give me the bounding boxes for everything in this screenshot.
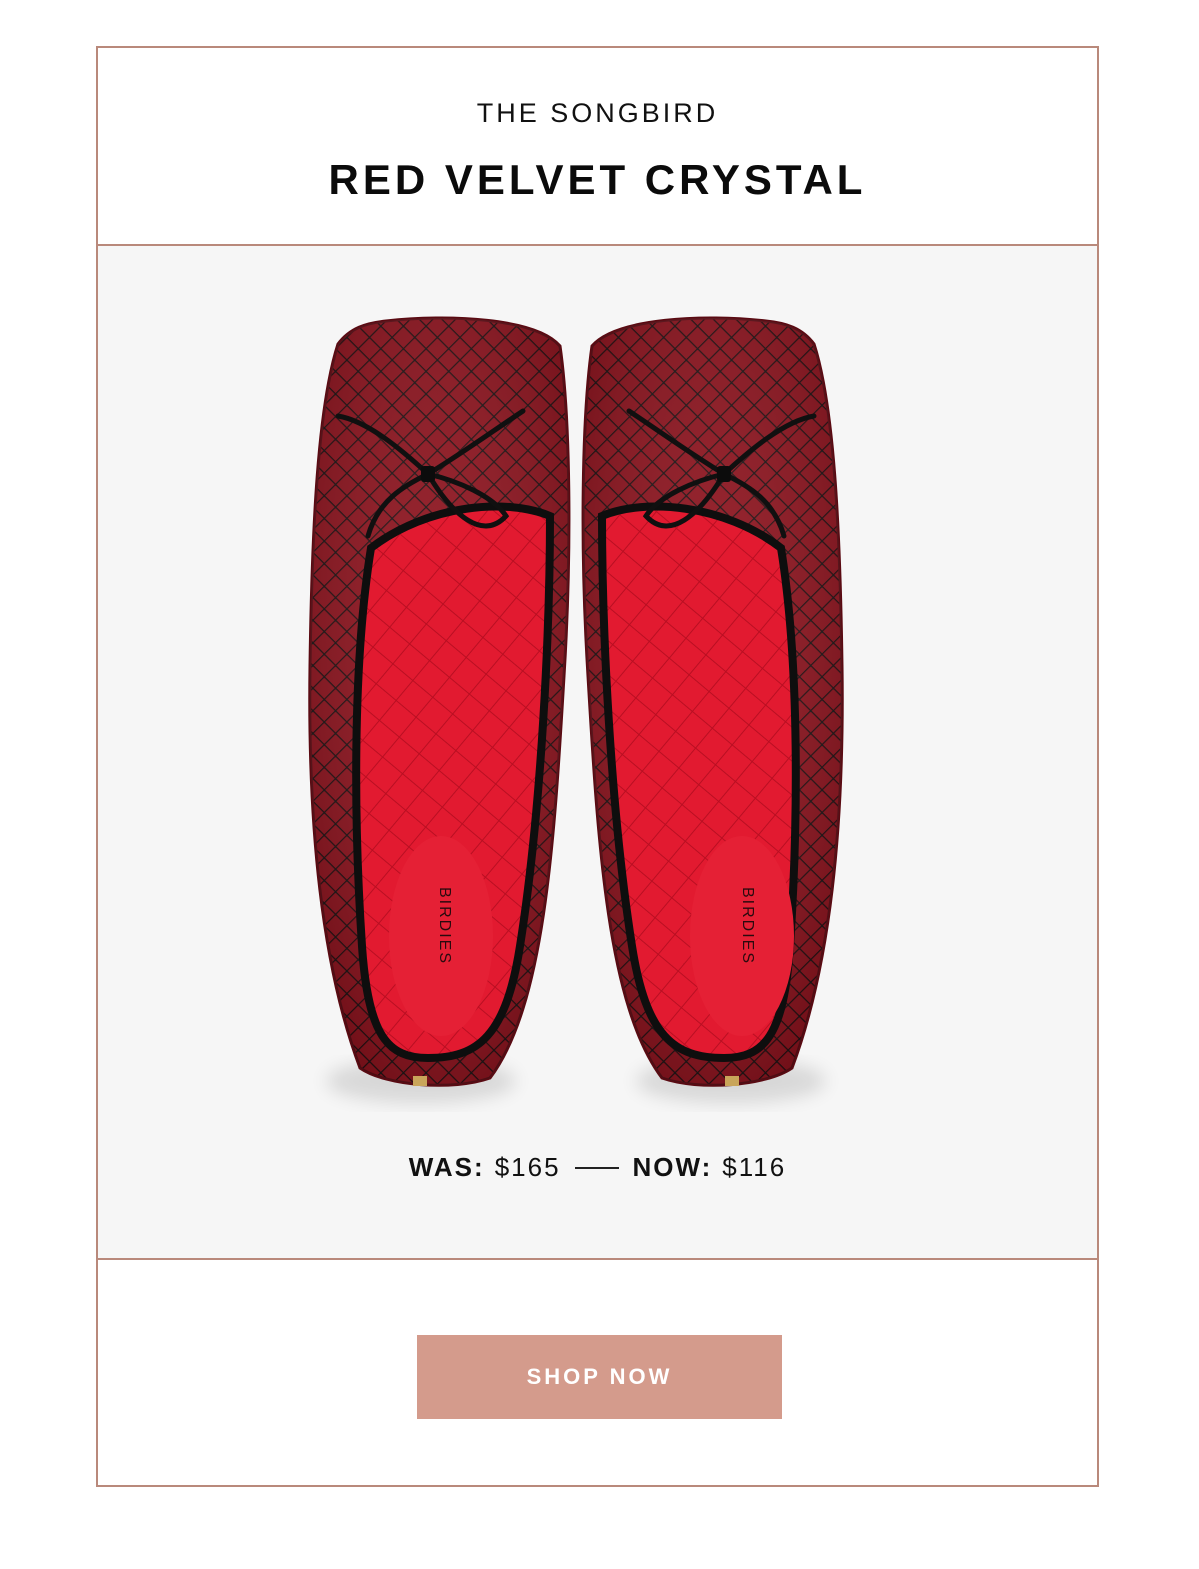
now-label: NOW:	[632, 1152, 713, 1182]
insole-brand-left: BIRDIES	[436, 887, 453, 965]
now-price: $116	[722, 1152, 787, 1182]
shoes-image[interactable]: BIRDIES BIRDIES	[98, 246, 1097, 1260]
insole-brand-right: BIRDIES	[739, 887, 756, 965]
right-shoe: BIRDIES	[581, 316, 844, 1103]
was-label: WAS:	[408, 1152, 485, 1182]
product-image-panel[interactable]: BIRDIES BIRDIES WAS: $165 NOW: $116	[98, 246, 1097, 1260]
product-collection: THE SONGBIRD	[476, 98, 719, 128]
card-header: THE SONGBIRD RED VELVET CRYSTAL	[98, 48, 1097, 246]
product-card: THE SONGBIRD RED VELVET CRYSTAL BIRDIES …	[96, 46, 1099, 1487]
price-divider	[574, 1166, 619, 1169]
card-footer: SHOP NOW	[98, 1260, 1097, 1487]
was-price: $165	[494, 1152, 561, 1182]
left-shoe: BIRDIES	[308, 316, 571, 1103]
product-title: RED VELVET CRYSTAL	[328, 156, 867, 203]
shop-now-button[interactable]: SHOP NOW	[417, 1335, 782, 1419]
price-line: WAS: $165 NOW: $116	[98, 1152, 1097, 1183]
